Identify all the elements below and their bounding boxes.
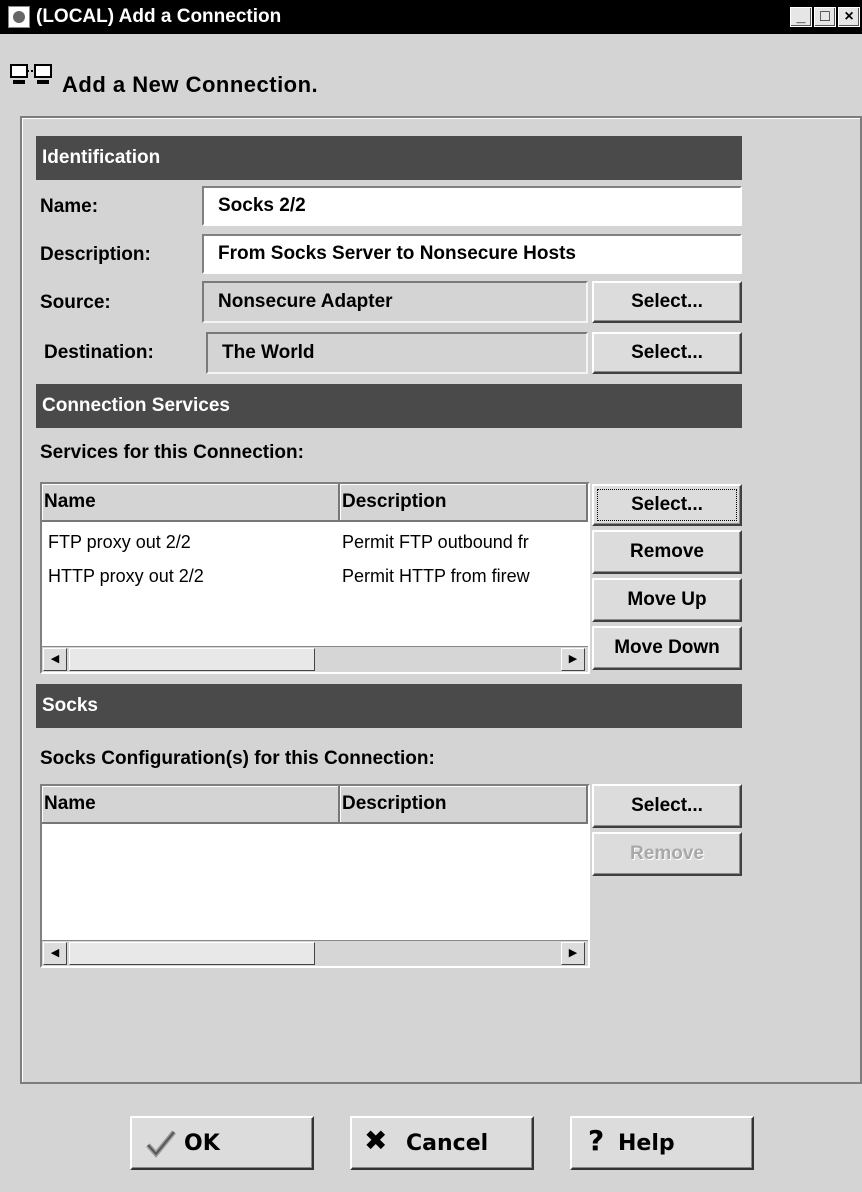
column-header-description[interactable]: Description	[340, 786, 588, 824]
app-icon[interactable]	[8, 6, 30, 28]
ok-button[interactable]: OK	[130, 1116, 314, 1170]
connection-services-header: Connection Services	[36, 384, 742, 428]
maximize-button[interactable]: □	[814, 7, 836, 27]
service-name: HTTP proxy out 2/2	[48, 566, 204, 586]
ok-label: OK	[184, 1131, 220, 1156]
description-label: Description:	[40, 244, 151, 265]
scrollbar-thumb[interactable]	[69, 942, 315, 965]
horizontal-scrollbar[interactable]: ◀ ▶	[42, 940, 588, 966]
scrollbar-thumb[interactable]	[69, 648, 315, 671]
name-label: Name:	[40, 196, 99, 217]
description-field[interactable]: From Socks Server to Nonsecure Hosts	[202, 234, 742, 274]
service-name: FTP proxy out 2/2	[48, 532, 191, 552]
destination-select-button[interactable]: Select...	[592, 332, 742, 374]
minimize-button[interactable]: _	[790, 7, 812, 27]
source-select-button[interactable]: Select...	[592, 281, 742, 323]
cancel-button[interactable]: ✖ Cancel	[350, 1116, 534, 1170]
page-heading: Add a New Connection.	[62, 72, 319, 97]
scroll-left-arrow-icon[interactable]: ◀	[43, 648, 67, 671]
service-description: Permit HTTP from firew	[342, 566, 530, 586]
destination-field: The World	[206, 332, 588, 374]
move-down-button[interactable]: Move Down	[592, 626, 742, 670]
close-button[interactable]: ×	[838, 7, 860, 27]
help-label: Help	[618, 1131, 675, 1156]
move-up-button[interactable]: Move Up	[592, 578, 742, 622]
x-icon: ✖	[364, 1124, 388, 1157]
service-description: Permit FTP outbound fr	[342, 532, 529, 552]
scroll-right-arrow-icon[interactable]: ▶	[561, 648, 585, 671]
services-list-label: Services for this Connection:	[40, 442, 304, 463]
socks-remove-button[interactable]: Remove	[592, 832, 742, 876]
column-header-name[interactable]: Name	[42, 786, 340, 824]
scroll-right-arrow-icon[interactable]: ▶	[561, 942, 585, 965]
column-header-name[interactable]: Name	[42, 484, 340, 522]
source-field: Nonsecure Adapter	[202, 281, 588, 323]
table-row[interactable]: HTTP proxy out 2/2 Permit HTTP from fire…	[42, 566, 588, 592]
destination-label: Destination:	[44, 342, 154, 363]
socks-table[interactable]: Name Description ◀ ▶	[40, 784, 590, 968]
help-button[interactable]: ? Help	[570, 1116, 754, 1170]
checkmark-icon	[146, 1130, 176, 1158]
socks-header: Socks	[36, 684, 742, 728]
horizontal-scrollbar[interactable]: ◀ ▶	[42, 646, 588, 672]
window-title: (LOCAL) Add a Connection	[36, 6, 282, 27]
identification-header: Identification	[36, 136, 742, 180]
services-table[interactable]: Name Description FTP proxy out 2/2 Permi…	[40, 482, 590, 674]
source-label: Source:	[40, 292, 111, 313]
cancel-label: Cancel	[406, 1131, 489, 1156]
scroll-left-arrow-icon[interactable]: ◀	[43, 942, 67, 965]
socks-list-label: Socks Configuration(s) for this Connecti…	[40, 748, 435, 769]
name-field[interactable]: Socks 2/2	[202, 186, 742, 226]
table-row[interactable]: FTP proxy out 2/2 Permit FTP outbound fr	[42, 532, 588, 558]
services-select-button[interactable]: Select...	[592, 484, 742, 526]
question-icon: ?	[588, 1124, 605, 1157]
services-remove-button[interactable]: Remove	[592, 530, 742, 574]
socks-select-button[interactable]: Select...	[592, 784, 742, 828]
network-connection-icon	[10, 64, 54, 90]
column-header-description[interactable]: Description	[340, 484, 588, 522]
